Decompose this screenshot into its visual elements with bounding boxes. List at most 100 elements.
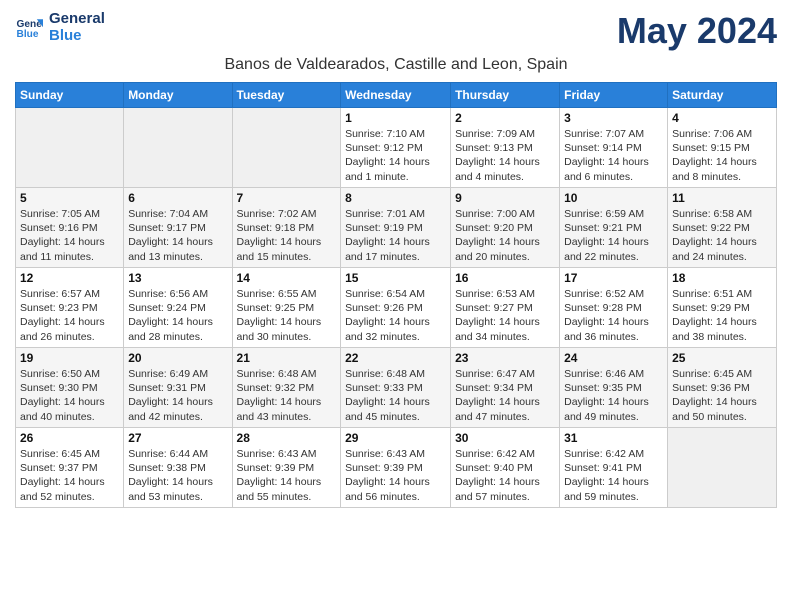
day-cell: 8 Sunrise: 7:01 AM Sunset: 9:19 PM Daylig… — [341, 188, 451, 268]
day-number: 6 — [128, 191, 227, 205]
day-number: 3 — [564, 111, 663, 125]
day-info: Sunrise: 7:02 AM Sunset: 9:18 PM Dayligh… — [237, 207, 337, 264]
day-number: 15 — [345, 271, 446, 285]
day-cell: 30 Sunrise: 6:42 AM Sunset: 9:40 PM Dayli… — [451, 428, 560, 508]
day-info: Sunrise: 7:07 AM Sunset: 9:14 PM Dayligh… — [564, 127, 663, 184]
day-cell: 26 Sunrise: 6:45 AM Sunset: 9:37 PM Dayli… — [16, 428, 124, 508]
day-number: 7 — [237, 191, 337, 205]
day-info: Sunrise: 6:42 AM Sunset: 9:41 PM Dayligh… — [564, 447, 663, 504]
day-number: 14 — [237, 271, 337, 285]
day-info: Sunrise: 6:43 AM Sunset: 9:39 PM Dayligh… — [237, 447, 337, 504]
column-header-thursday: Thursday — [451, 83, 560, 108]
day-cell: 27Sunrise: 6:44 AM Sunset: 9:38 PM Dayli… — [124, 428, 232, 508]
day-number: 26 — [20, 431, 119, 445]
day-cell: 1 Sunrise: 7:10 AM Sunset: 9:12 PM Daylig… — [341, 108, 451, 188]
day-info: Sunrise: 7:01 AM Sunset: 9:19 PM Dayligh… — [345, 207, 446, 264]
day-cell: 12 Sunrise: 6:57 AM Sunset: 9:23 PM Dayli… — [16, 268, 124, 348]
day-cell: 7 Sunrise: 7:02 AM Sunset: 9:18 PM Daylig… — [232, 188, 341, 268]
column-header-sunday: Sunday — [16, 83, 124, 108]
logo: General Blue General Blue — [15, 10, 105, 44]
day-cell — [232, 108, 341, 188]
day-number: 2 — [455, 111, 555, 125]
day-info: Sunrise: 7:04 AM Sunset: 9:17 PM Dayligh… — [128, 207, 227, 264]
day-info: Sunrise: 6:48 AM Sunset: 9:33 PM Dayligh… — [345, 367, 446, 424]
day-number: 24 — [564, 351, 663, 365]
day-number: 12 — [20, 271, 119, 285]
day-number: 29 — [345, 431, 446, 445]
day-info: Sunrise: 6:53 AM Sunset: 9:27 PM Dayligh… — [455, 287, 555, 344]
day-number: 8 — [345, 191, 446, 205]
day-cell: 31 Sunrise: 6:42 AM Sunset: 9:41 PM Dayli… — [560, 428, 668, 508]
day-cell: 23Sunrise: 6:47 AM Sunset: 9:34 PM Dayli… — [451, 348, 560, 428]
day-number: 19 — [20, 351, 119, 365]
day-cell: 5Sunrise: 7:05 AM Sunset: 9:16 PM Daylig… — [16, 188, 124, 268]
day-number: 10 — [564, 191, 663, 205]
week-row-2: 5Sunrise: 7:05 AM Sunset: 9:16 PM Daylig… — [16, 188, 777, 268]
day-number: 1 — [345, 111, 446, 125]
day-number: 22 — [345, 351, 446, 365]
subtitle: Banos de Valdearados, Castille and Leon,… — [15, 56, 777, 74]
logo-icon: General Blue — [15, 13, 43, 41]
day-cell — [16, 108, 124, 188]
day-number: 21 — [237, 351, 337, 365]
logo-blue: Blue — [49, 27, 105, 44]
day-number: 18 — [672, 271, 772, 285]
day-cell: 29 Sunrise: 6:43 AM Sunset: 9:39 PM Dayli… — [341, 428, 451, 508]
day-cell: 16 Sunrise: 6:53 AM Sunset: 9:27 PM Dayli… — [451, 268, 560, 348]
day-number: 30 — [455, 431, 555, 445]
day-info: Sunrise: 6:56 AM Sunset: 9:24 PM Dayligh… — [128, 287, 227, 344]
day-cell: 18 Sunrise: 6:51 AM Sunset: 9:29 PM Dayli… — [668, 268, 777, 348]
day-number: 13 — [128, 271, 227, 285]
day-info: Sunrise: 6:50 AM Sunset: 9:30 PM Dayligh… — [20, 367, 119, 424]
day-info: Sunrise: 6:59 AM Sunset: 9:21 PM Dayligh… — [564, 207, 663, 264]
day-cell: 10 Sunrise: 6:59 AM Sunset: 9:21 PM Dayli… — [560, 188, 668, 268]
day-cell: 2Sunrise: 7:09 AM Sunset: 9:13 PM Daylig… — [451, 108, 560, 188]
day-info: Sunrise: 6:44 AM Sunset: 9:38 PM Dayligh… — [128, 447, 227, 504]
day-info: Sunrise: 6:51 AM Sunset: 9:29 PM Dayligh… — [672, 287, 772, 344]
day-cell: 6 Sunrise: 7:04 AM Sunset: 9:17 PM Daylig… — [124, 188, 232, 268]
calendar-table: SundayMondayTuesdayWednesdayThursdayFrid… — [15, 82, 777, 508]
day-info: Sunrise: 6:52 AM Sunset: 9:28 PM Dayligh… — [564, 287, 663, 344]
day-cell — [124, 108, 232, 188]
day-info: Sunrise: 7:10 AM Sunset: 9:12 PM Dayligh… — [345, 127, 446, 184]
day-cell: 11 Sunrise: 6:58 AM Sunset: 9:22 PM Dayli… — [668, 188, 777, 268]
column-header-wednesday: Wednesday — [341, 83, 451, 108]
day-info: Sunrise: 6:57 AM Sunset: 9:23 PM Dayligh… — [20, 287, 119, 344]
day-number: 16 — [455, 271, 555, 285]
day-info: Sunrise: 6:42 AM Sunset: 9:40 PM Dayligh… — [455, 447, 555, 504]
day-info: Sunrise: 6:46 AM Sunset: 9:35 PM Dayligh… — [564, 367, 663, 424]
day-cell: 25Sunrise: 6:45 AM Sunset: 9:36 PM Dayli… — [668, 348, 777, 428]
day-cell: 13 Sunrise: 6:56 AM Sunset: 9:24 PM Dayli… — [124, 268, 232, 348]
day-info: Sunrise: 7:00 AM Sunset: 9:20 PM Dayligh… — [455, 207, 555, 264]
day-number: 31 — [564, 431, 663, 445]
column-header-monday: Monday — [124, 83, 232, 108]
title-block: May 2024 — [617, 10, 777, 52]
day-cell: 4Sunrise: 7:06 AM Sunset: 9:15 PM Daylig… — [668, 108, 777, 188]
week-row-1: 1 Sunrise: 7:10 AM Sunset: 9:12 PM Daylig… — [16, 108, 777, 188]
calendar-header: SundayMondayTuesdayWednesdayThursdayFrid… — [16, 83, 777, 108]
day-cell: 22 Sunrise: 6:48 AM Sunset: 9:33 PM Dayli… — [341, 348, 451, 428]
logo-general: General — [49, 10, 105, 27]
svg-text:Blue: Blue — [17, 29, 39, 40]
day-cell: 20Sunrise: 6:49 AM Sunset: 9:31 PM Dayli… — [124, 348, 232, 428]
column-header-tuesday: Tuesday — [232, 83, 341, 108]
header: General Blue General Blue May 2024 — [15, 10, 777, 52]
day-cell: 21Sunrise: 6:48 AM Sunset: 9:32 PM Dayli… — [232, 348, 341, 428]
day-cell — [668, 428, 777, 508]
column-header-saturday: Saturday — [668, 83, 777, 108]
day-number: 17 — [564, 271, 663, 285]
day-info: Sunrise: 6:43 AM Sunset: 9:39 PM Dayligh… — [345, 447, 446, 504]
main-title: May 2024 — [617, 10, 777, 52]
week-row-4: 19 Sunrise: 6:50 AM Sunset: 9:30 PM Dayli… — [16, 348, 777, 428]
day-number: 4 — [672, 111, 772, 125]
day-number: 11 — [672, 191, 772, 205]
day-info: Sunrise: 6:58 AM Sunset: 9:22 PM Dayligh… — [672, 207, 772, 264]
day-cell: 24 Sunrise: 6:46 AM Sunset: 9:35 PM Dayli… — [560, 348, 668, 428]
day-cell: 28Sunrise: 6:43 AM Sunset: 9:39 PM Dayli… — [232, 428, 341, 508]
day-info: Sunrise: 6:54 AM Sunset: 9:26 PM Dayligh… — [345, 287, 446, 344]
day-number: 9 — [455, 191, 555, 205]
column-header-friday: Friday — [560, 83, 668, 108]
day-info: Sunrise: 6:45 AM Sunset: 9:37 PM Dayligh… — [20, 447, 119, 504]
day-info: Sunrise: 6:47 AM Sunset: 9:34 PM Dayligh… — [455, 367, 555, 424]
day-number: 20 — [128, 351, 227, 365]
